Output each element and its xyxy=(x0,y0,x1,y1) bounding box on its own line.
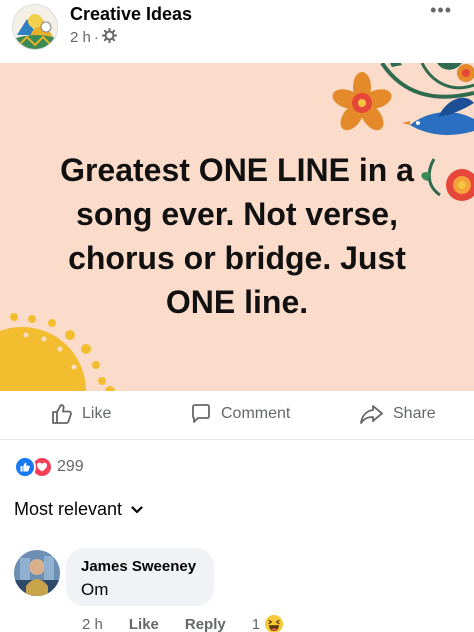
ellipsis-icon: ••• xyxy=(430,0,452,20)
sort-label: Most relevant xyxy=(14,499,123,519)
comment-author[interactable]: James Sweeney xyxy=(81,558,196,575)
share-arrow-icon xyxy=(360,405,383,424)
post-header: Creative Ideas 2 h · ••• xyxy=(0,0,474,60)
thumbs-up-icon xyxy=(52,404,72,424)
haha-reaction-icon xyxy=(265,615,284,632)
reaction-count: 299 xyxy=(57,458,84,475)
more-options-button[interactable]: ••• xyxy=(430,0,452,20)
comment-time[interactable]: 2 h xyxy=(82,616,103,632)
comment-label: Comment xyxy=(221,405,291,422)
like-reaction-icon xyxy=(14,456,36,478)
meta-separator: · xyxy=(93,29,99,46)
avatar[interactable] xyxy=(14,550,60,596)
reactions-summary[interactable]: 299 xyxy=(14,456,84,478)
comment-bubble: James Sweeney Om xyxy=(66,548,214,606)
comment-sort-dropdown[interactable]: Most relevant xyxy=(14,499,144,520)
gear-icon xyxy=(101,27,117,47)
post-text-card: Greatest ONE LINE in a song ever. Not ve… xyxy=(0,63,474,391)
share-button[interactable]: Share xyxy=(359,402,436,426)
like-button[interactable]: Like xyxy=(50,402,111,426)
page-name[interactable]: Creative Ideas xyxy=(70,4,192,25)
comment-reaction-count: 1 xyxy=(251,615,261,632)
chevron-down-icon xyxy=(131,505,143,513)
post-action-bar: Like Comment Share xyxy=(0,394,474,440)
like-label: Like xyxy=(82,405,112,422)
comment-text: Om xyxy=(81,580,109,599)
page-avatar[interactable] xyxy=(12,4,58,50)
post-text: Greatest ONE LINE in a song ever. Not ve… xyxy=(60,152,414,320)
comment-reply-button[interactable]: Reply xyxy=(185,616,226,632)
comment-reactions[interactable]: 1 xyxy=(252,614,284,632)
comment-like-button[interactable]: Like xyxy=(129,616,159,632)
comment-button[interactable]: Comment xyxy=(189,402,290,426)
share-label: Share xyxy=(393,405,436,422)
post-time[interactable]: 2 h xyxy=(70,29,91,46)
comment-actions: 2 h Like Reply 1 xyxy=(82,614,284,632)
post-meta: 2 h · xyxy=(70,27,117,47)
comment-icon xyxy=(192,404,210,423)
